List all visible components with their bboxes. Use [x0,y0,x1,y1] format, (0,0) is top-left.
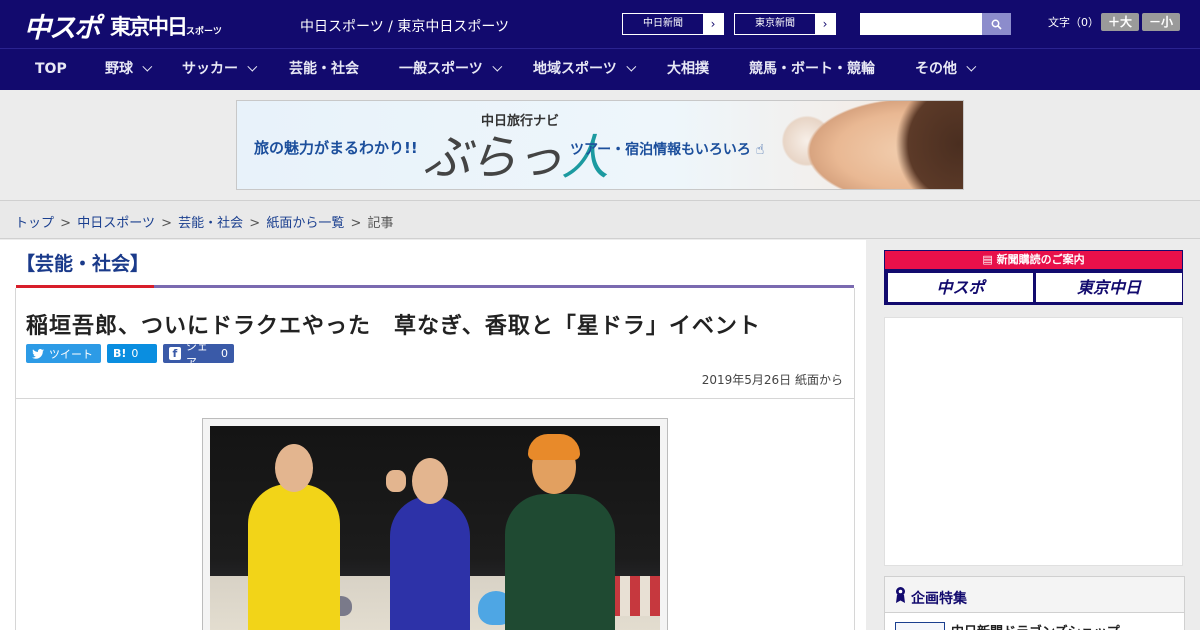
main-nav: TOP 野球 サッカー 芸能・社会 一般スポーツ 地域スポーツ 大相撲 競馬・ボ… [0,48,1200,90]
chevron-down-icon [142,61,153,72]
breadcrumb-separator: > [249,216,261,231]
nav-label: 大相撲 [667,61,709,77]
nav-item-racing[interactable]: 競馬・ボート・競輪 [749,49,875,90]
nav-item-entertainment[interactable]: 芸能・社会 [289,49,359,90]
breadcrumb: トップ > 中日スポーツ > 芸能・社会 > 紙面から一覧 > 記事 [15,212,394,231]
chevron-down-icon [966,61,977,72]
breadcrumb-separator: > [161,216,172,231]
banner-photo-hair [887,101,963,189]
pointing-hand-icon: ☝ [750,142,765,158]
font-size-label: 文字（0） [1048,16,1099,29]
newspaper-icon: ▤ [982,253,997,266]
photo-head-left [275,444,313,492]
nav-label: 地域スポーツ [533,61,617,77]
chunichi-shimbun-button[interactable]: 中日新聞 › [622,13,724,35]
feature-item-link[interactable]: 中日新聞ドラゴンズショップ [951,621,1120,630]
article-date: 2019年5月26日 紙面から [701,373,843,387]
nav-item-baseball[interactable]: 野球 [105,49,153,90]
article-divider [16,398,854,399]
chevron-down-icon [626,61,637,72]
banner-brand-text: ぶらっ [423,130,563,186]
chevron-right-icon: › [815,14,835,34]
nav-item-local-sports[interactable]: 地域スポーツ [533,49,637,90]
facebook-share-button[interactable]: f シェア 0 [163,340,234,369]
banner-right-text: ツアー・宿泊情報もいろいろ ☝ [570,139,764,159]
tokyo-chunichi-logo[interactable]: 東京中日スポーツ [110,11,222,41]
chevron-right-icon: › [703,14,723,34]
tweet-button[interactable]: ツイート [26,344,101,363]
nav-item-top[interactable]: TOP [35,49,67,90]
photo-head-center [412,458,448,504]
breadcrumb-bar: トップ > 中日スポーツ > 芸能・社会 > 紙面から一覧 > 記事 [0,200,1200,239]
tokyo-logo-text: 東京中日 [110,15,188,39]
hatena-icon: B! [113,347,127,360]
site-title[interactable]: 中日スポーツ / 東京中日スポーツ [300,16,509,36]
breadcrumb-top[interactable]: トップ [15,216,54,231]
sidebar-ad-slot [884,317,1183,566]
photo-person-green [505,494,615,630]
nav-label: 芸能・社会 [289,61,359,77]
facebook-icon: f [169,347,181,360]
facebook-share-count: 0 [221,347,228,360]
search-input[interactable] [860,13,982,35]
nav-item-other[interactable]: その他 [915,49,977,90]
tokyo-shimbun-button[interactable]: 東京新聞 › [734,13,836,35]
twitter-bird-icon [32,348,44,359]
nav-item-general-sports[interactable]: 一般スポーツ [399,49,503,90]
breadcrumb-chunichi-sports[interactable]: 中日スポーツ [77,216,155,231]
breadcrumb-separator: > [350,216,362,231]
chevron-down-icon [492,61,503,72]
facebook-share-label: シェア [185,339,208,369]
photo-person-yellow [248,484,340,630]
nav-label: 野球 [105,61,133,77]
nav-label: 一般スポーツ [399,61,483,77]
nav-label: TOP [35,61,67,77]
nav-label: サッカー [182,61,238,77]
subscribe-tokyo-button[interactable]: 東京中日 [1036,273,1182,302]
breadcrumb-current: 記事 [367,216,394,231]
hatena-bookmark-button[interactable]: B! 0 [107,344,157,363]
subscribe-chuspo-button[interactable]: 中スポ [888,273,1033,302]
font-bigger-button[interactable]: ＋大 [1101,13,1139,31]
nav-item-sumo[interactable]: 大相撲 [667,49,709,90]
nav-item-soccer[interactable]: サッカー [182,49,258,90]
search-button[interactable] [982,13,1011,35]
chunichi-shimbun-label: 中日新聞 [643,18,683,29]
chevron-down-icon [247,61,258,72]
feature-title: 企画特集 [911,591,967,607]
category-heading: 【芸能・社会】 [16,253,150,275]
article-title: 稲垣吾郎、ついにドラクエやった 草なぎ、香取と「星ドラ」イベント [26,314,761,339]
subscribe-ad[interactable]: ▤ 新聞購読のご案内 中スポ 東京中日 [884,250,1183,305]
ribbon-icon [896,587,905,603]
chuspo-logo[interactable]: 中スポ [24,6,101,45]
tweet-label: ツイート [49,347,93,361]
breadcrumb-separator: > [60,216,72,231]
tokyo-logo-sub: スポーツ [186,27,222,37]
feature-thumbnail[interactable] [895,622,945,630]
nav-label: その他 [915,61,957,77]
travel-banner-ad[interactable]: 旅の魅力がまるわかり!! 中日旅行ナビ ぶらっ人 ツアー・宿泊情報もいろいろ ☝ [236,100,964,190]
nav-label: 競馬・ボート・競輪 [749,61,875,77]
photo-person-blue [390,496,470,630]
banner-left-text: 旅の魅力がまるわかり!! [254,139,418,157]
feature-section: 企画特集 中日新聞ドラゴンズショップ [884,576,1185,630]
tokyo-shimbun-label: 東京新聞 [755,18,795,29]
photo-hair-right [528,434,580,460]
photo-fist [386,470,406,492]
banner-right-label: ツアー・宿泊情報もいろいろ [570,142,751,158]
breadcrumb-entertainment[interactable]: 芸能・社会 [178,216,243,231]
hatena-count: 0 [131,347,139,360]
font-smaller-button[interactable]: －小 [1142,13,1180,31]
feature-header: 企画特集 [885,577,1184,613]
subscribe-ad-title: 新聞購読のご案内 [996,253,1085,266]
search-icon [991,19,1002,30]
article-photo[interactable] [210,426,660,630]
subscribe-ad-header: ▤ 新聞購読のご案内 [885,251,1182,269]
breadcrumb-newspaper-list[interactable]: 紙面から一覧 [266,216,344,231]
site-header: 中スポ 東京中日スポーツ 中日スポーツ / 東京中日スポーツ 中日新聞 › 東京… [0,0,1200,48]
